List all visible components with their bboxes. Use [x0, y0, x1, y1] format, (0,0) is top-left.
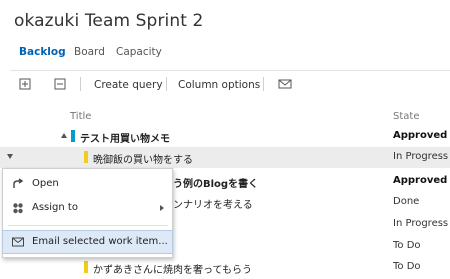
assign-users-icon: [13, 203, 23, 214]
work-item-state: Done: [393, 196, 420, 207]
collapse-all-icon[interactable]: [54, 78, 66, 90]
table-row[interactable]: テスト用買い物メモ Approved: [0, 126, 450, 147]
menu-item-assign-to[interactable]: Assign to: [3, 197, 172, 219]
work-item-title[interactable]: う例のBlogを書く: [173, 175, 258, 190]
table-row[interactable]: かずあきさんに焼肉を奢ってもらう To Do: [0, 257, 450, 278]
menu-separator: [8, 225, 168, 226]
mail-icon: [12, 237, 24, 247]
work-item-state: Approved: [393, 175, 448, 186]
work-item-state: Approved: [393, 130, 448, 141]
column-header-state[interactable]: State: [393, 111, 419, 122]
work-item-state: To Do: [393, 261, 421, 272]
menu-item-label: Email selected work item...: [32, 236, 168, 247]
work-item-title[interactable]: ンナリオを考える: [173, 196, 253, 211]
tab-board[interactable]: Board: [74, 46, 105, 58]
create-query-button[interactable]: Create query: [94, 79, 163, 91]
menu-item-label: Open: [32, 178, 59, 189]
work-item-state: In Progress: [393, 218, 449, 229]
toolbar-divider-line: [10, 70, 450, 71]
open-arrow-icon: [13, 178, 24, 188]
row-context-menu-icon[interactable]: [7, 154, 13, 159]
work-item-title[interactable]: かずあきさんに焼肉を奢ってもらう: [93, 261, 252, 276]
expand-all-icon[interactable]: [19, 78, 31, 90]
context-menu: Open Assign to Email selected work item.…: [2, 168, 173, 258]
tab-capacity[interactable]: Capacity: [116, 46, 162, 58]
work-item-type-bar: [84, 261, 88, 273]
toolbar-separator: [166, 77, 167, 91]
tab-backlog[interactable]: Backlog: [19, 46, 66, 58]
work-item-state: In Progress: [393, 151, 449, 162]
toolbar-separator: [80, 77, 81, 91]
work-item-type-bar: [71, 130, 75, 142]
mail-icon[interactable]: [278, 78, 292, 90]
toolbar-separator: [263, 77, 264, 91]
menu-item-email[interactable]: Email selected work item...: [2, 230, 173, 254]
column-options-button[interactable]: Column options: [178, 79, 260, 91]
collapse-toggle-icon[interactable]: [61, 133, 67, 138]
work-item-state: To Do: [393, 240, 421, 251]
submenu-arrow-icon: [160, 205, 164, 211]
table-row[interactable]: 晩御飯の買い物をする In Progress: [0, 147, 450, 168]
work-item-type-bar: [84, 151, 88, 163]
page-title: okazuki Team Sprint 2: [14, 11, 204, 31]
column-header-title[interactable]: Title: [70, 111, 91, 122]
menu-item-label: Assign to: [32, 202, 78, 213]
work-item-title[interactable]: テスト用買い物メモ: [80, 130, 170, 145]
work-item-title[interactable]: 晩御飯の買い物をする: [93, 151, 193, 166]
menu-item-open[interactable]: Open: [3, 173, 172, 195]
